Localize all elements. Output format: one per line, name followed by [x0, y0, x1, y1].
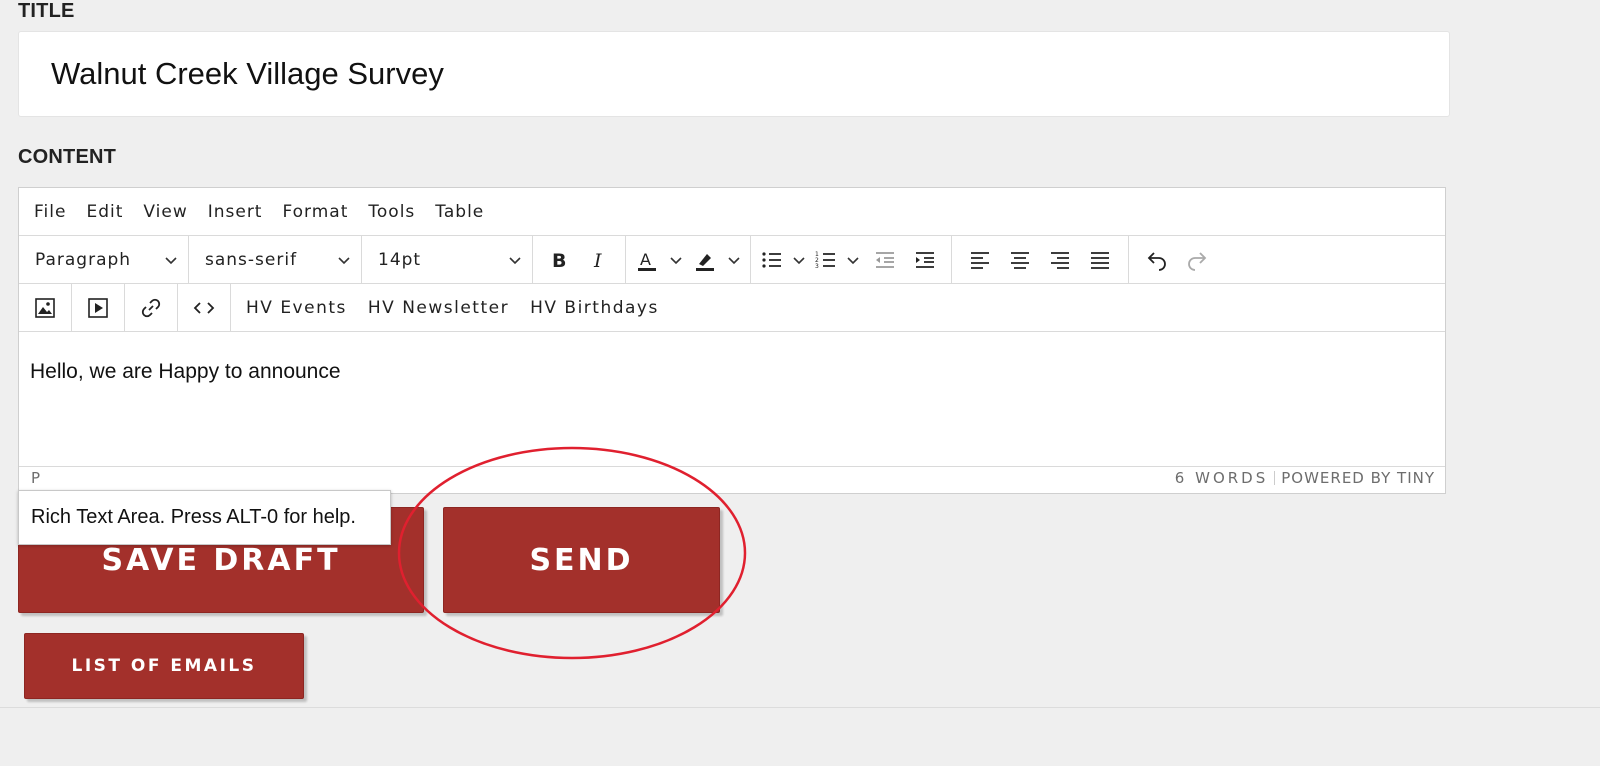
numbered-list-button[interactable]: 123	[811, 236, 841, 283]
font-size-value: 14pt	[378, 249, 422, 270]
undo-icon	[1147, 251, 1166, 271]
block-format-select[interactable]: Paragraph	[19, 236, 188, 283]
rich-text-editor: File Edit View Insert Format Tools Table…	[18, 187, 1446, 494]
undo-button[interactable]	[1137, 236, 1177, 283]
editor-toolbar-formatting: Paragraph sans-serif 14pt B I A 1 2 3	[19, 236, 1445, 284]
element-path[interactable]: P	[31, 469, 40, 487]
svg-text:A: A	[640, 250, 651, 269]
code-icon	[193, 301, 215, 314]
font-size-select[interactable]: 14pt	[362, 236, 532, 283]
hv-events-button[interactable]: HV Events	[246, 284, 347, 331]
bullet-list-button[interactable]	[757, 236, 787, 283]
block-format-value: Paragraph	[35, 249, 132, 270]
editor-content-area[interactable]: Hello, we are Happy to announce	[19, 332, 1445, 467]
align-left-button[interactable]	[960, 236, 1000, 283]
title-input[interactable]	[18, 31, 1450, 117]
italic-button[interactable]: I	[579, 236, 619, 283]
send-button[interactable]: SEND	[443, 507, 720, 613]
menu-view[interactable]: View	[143, 202, 187, 222]
menu-table[interactable]: Table	[435, 202, 484, 222]
chevron-down-icon	[847, 256, 859, 264]
video-icon	[88, 297, 108, 318]
image-icon	[35, 297, 55, 318]
text-color-icon: A	[638, 250, 656, 271]
powered-by-link[interactable]: POWERED BY TINY	[1281, 469, 1435, 487]
font-family-value: sans-serif	[205, 249, 298, 270]
page-divider	[0, 707, 1600, 708]
indent-icon	[916, 251, 934, 268]
align-right-button[interactable]	[1040, 236, 1080, 283]
menu-format[interactable]: Format	[282, 202, 348, 222]
menu-edit[interactable]: Edit	[86, 202, 123, 222]
chevron-down-icon	[670, 256, 682, 264]
word-count[interactable]: 6 WORDS	[1175, 469, 1268, 487]
chevron-down-icon	[509, 256, 521, 264]
hv-newsletter-button[interactable]: HV Newsletter	[368, 284, 509, 331]
outdent-icon	[876, 251, 894, 268]
svg-text:3: 3	[815, 263, 819, 270]
chevron-down-icon	[793, 256, 805, 264]
redo-icon	[1188, 251, 1207, 271]
bullet-list-icon	[762, 251, 781, 268]
highlight-color-dropdown[interactable]	[722, 236, 746, 283]
align-justify-button[interactable]	[1080, 236, 1120, 283]
hv-birthdays-button[interactable]: HV Birthdays	[530, 284, 659, 331]
title-label: TITLE	[18, 0, 75, 22]
chevron-down-icon	[165, 256, 177, 264]
status-divider	[1274, 471, 1276, 485]
svg-text:I: I	[593, 250, 602, 272]
content-label: CONTENT	[18, 146, 117, 168]
bullet-list-dropdown[interactable]	[787, 236, 811, 283]
menu-insert[interactable]: Insert	[208, 202, 263, 222]
align-center-button[interactable]	[1000, 236, 1040, 283]
italic-icon: I	[593, 250, 602, 272]
font-family-select[interactable]: sans-serif	[189, 236, 361, 283]
menu-file[interactable]: File	[34, 202, 66, 222]
menu-tools[interactable]: Tools	[368, 202, 415, 222]
chevron-down-icon	[338, 256, 350, 264]
numbered-list-dropdown[interactable]	[841, 236, 865, 283]
text-color-dropdown[interactable]	[664, 236, 688, 283]
bold-button[interactable]: B	[539, 236, 579, 283]
rich-text-tooltip: Rich Text Area. Press ALT-0 for help.	[18, 490, 391, 545]
editor-menubar: File Edit View Insert Format Tools Table	[19, 188, 1445, 236]
numbered-list-icon: 123	[815, 251, 835, 270]
align-right-icon	[1051, 251, 1069, 269]
align-left-icon	[971, 251, 989, 269]
insert-media-button[interactable]	[72, 284, 125, 331]
bold-icon: B	[552, 250, 566, 272]
outdent-button[interactable]	[865, 236, 905, 283]
align-center-icon	[1011, 251, 1029, 269]
editor-paragraph: Hello, we are Happy to announce	[30, 360, 341, 383]
indent-button[interactable]	[905, 236, 945, 283]
svg-text:B: B	[552, 250, 566, 272]
highlighter-icon	[696, 253, 714, 271]
list-of-emails-button[interactable]: LIST OF EMAILS	[24, 633, 304, 699]
redo-button[interactable]	[1177, 236, 1217, 283]
link-icon	[141, 298, 161, 317]
editor-toolbar-insert: HV Events HV Newsletter HV Birthdays	[19, 284, 1445, 332]
source-code-button[interactable]	[178, 284, 231, 331]
editor-statusbar: P 6 WORDS POWERED BY TINY	[19, 467, 1445, 489]
align-justify-icon	[1091, 251, 1109, 269]
insert-link-button[interactable]	[125, 284, 178, 331]
insert-image-button[interactable]	[19, 284, 72, 331]
highlight-color-button[interactable]	[688, 236, 722, 283]
chevron-down-icon	[728, 256, 740, 264]
text-color-button[interactable]: A	[630, 236, 664, 283]
